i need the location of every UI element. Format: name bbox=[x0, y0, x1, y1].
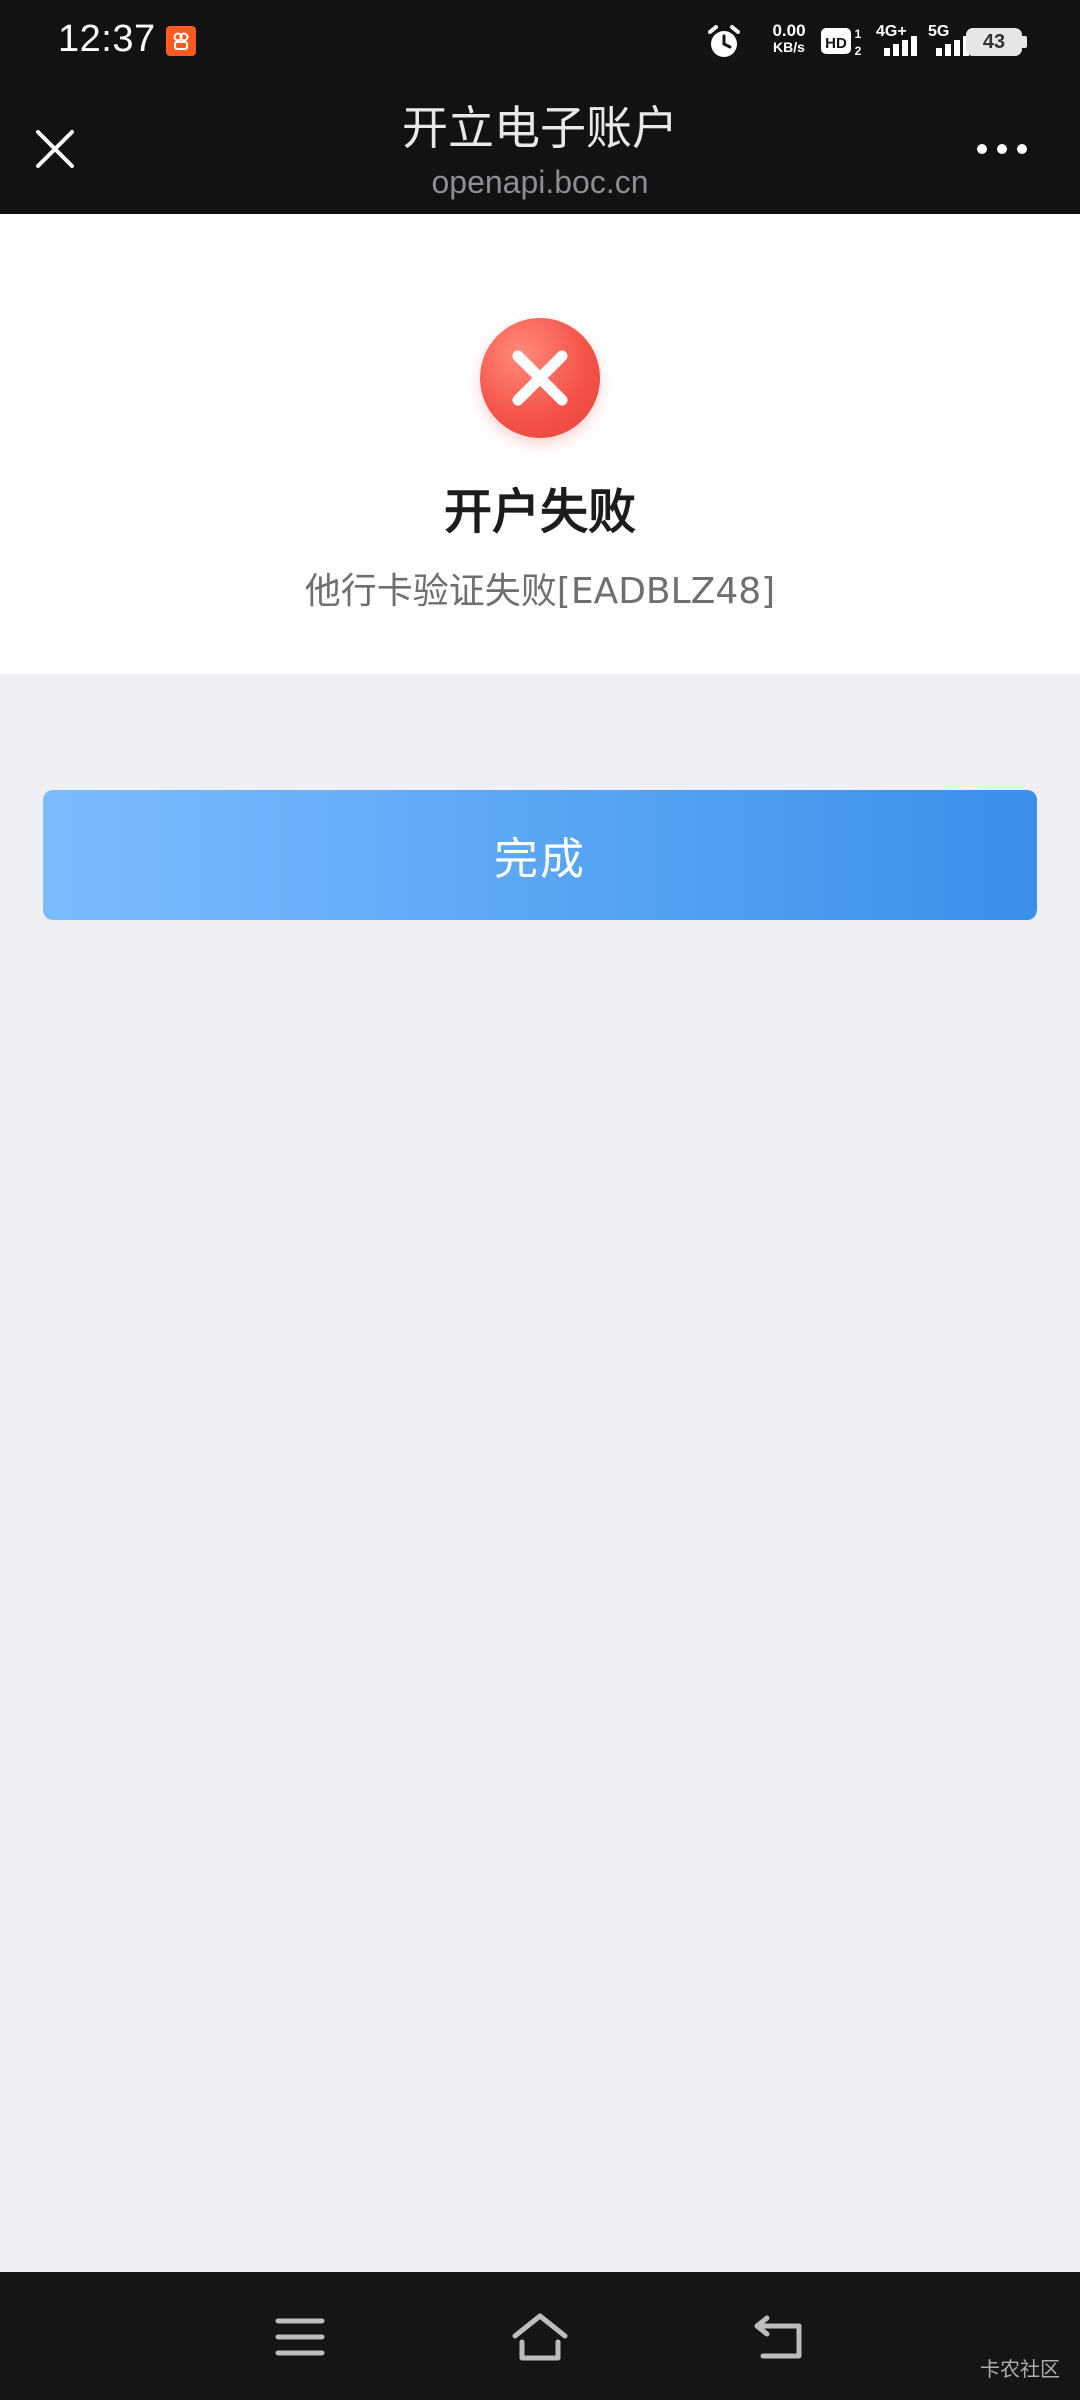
done-button[interactable]: 完成 bbox=[43, 790, 1037, 920]
alarm-icon bbox=[704, 22, 744, 66]
network-4g-label: 4G+ bbox=[876, 23, 907, 40]
battery-level: 43 bbox=[982, 31, 1006, 53]
net-speed: 0.00 KB/s bbox=[766, 22, 812, 56]
nav-bar: 卡农社区 bbox=[0, 2272, 1080, 2400]
status-icons: 0.00 KB/s HD 1 2 4G+ 5G 43 bbox=[660, 0, 1080, 84]
more-icon bbox=[977, 144, 987, 154]
menu-button[interactable] bbox=[265, 2302, 335, 2372]
result-card: 开户失败 他行卡验证失败[EADBLZ48] bbox=[0, 214, 1080, 674]
svg-text:HD: HD bbox=[825, 35, 847, 52]
svg-text:1: 1 bbox=[855, 27, 862, 41]
home-button[interactable] bbox=[505, 2302, 575, 2372]
hd-icon: HD 1 2 bbox=[820, 24, 866, 64]
battery-tip bbox=[1022, 36, 1027, 48]
page-url: openapi.boc.cn bbox=[431, 164, 649, 200]
signal-4g-icon: 4G+ bbox=[874, 20, 922, 64]
status-time: 12:37 bbox=[58, 18, 156, 60]
more-button[interactable] bbox=[952, 124, 1052, 174]
back-button[interactable] bbox=[745, 2302, 815, 2372]
result-title: 开户失败 bbox=[443, 484, 636, 540]
network-5g-label: 5G bbox=[928, 23, 949, 40]
page-title: 开立电子账户 bbox=[402, 101, 678, 155]
status-bar: 12:37 0.00 KB/s HD 1 2 4G+ 5G 43 bbox=[0, 0, 1080, 84]
result-description: 他行卡验证失败[EADBLZ48] bbox=[304, 571, 776, 612]
title-bar: 开立电子账户 openapi.boc.cn bbox=[0, 84, 1080, 214]
app-badge-icon bbox=[166, 26, 196, 56]
home-icon bbox=[512, 2313, 568, 2361]
back-icon bbox=[754, 2315, 802, 2359]
battery-icon: 43 bbox=[966, 28, 1022, 56]
watermark: 卡农社区 bbox=[980, 2357, 1060, 2381]
svg-text:2: 2 bbox=[855, 44, 862, 58]
net-speed-unit: KB/s bbox=[773, 39, 805, 55]
error-x-icon bbox=[480, 318, 600, 438]
net-speed-value: 0.00 bbox=[772, 21, 806, 40]
screen: 12:37 0.00 KB/s HD 1 2 4G+ 5G 43 开立电子账户 … bbox=[0, 0, 1080, 2400]
menu-icon bbox=[275, 2318, 325, 2356]
